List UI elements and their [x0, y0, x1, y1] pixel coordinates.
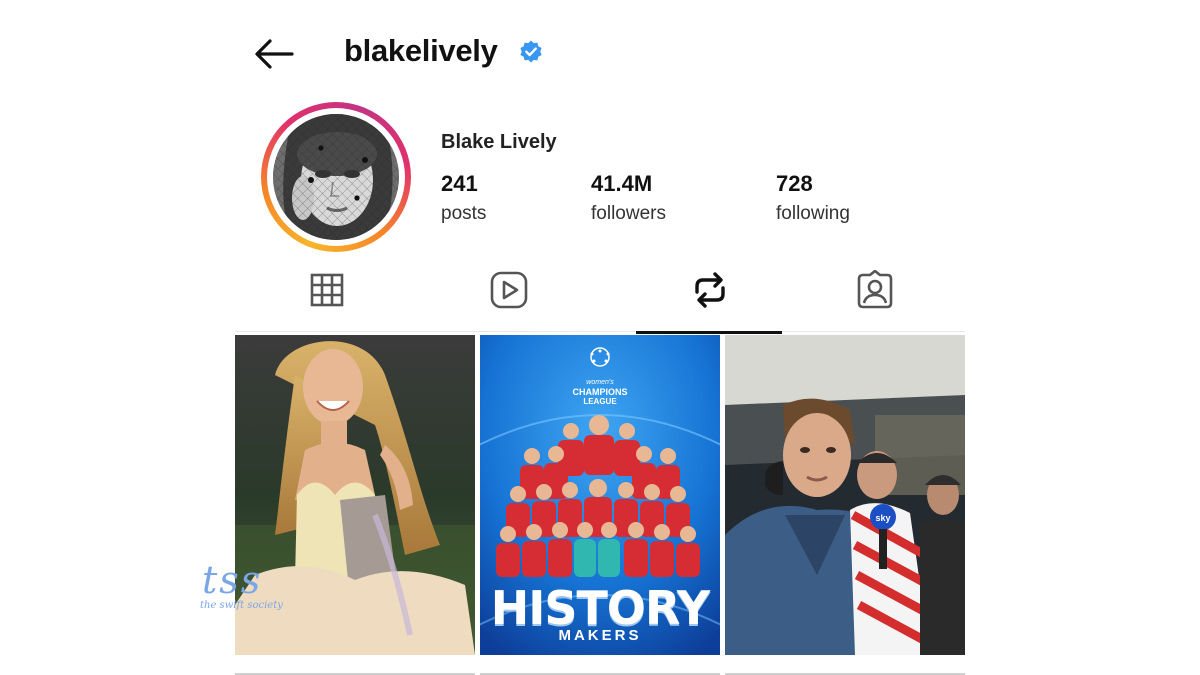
- watermark-logo: tss the swift society: [196, 558, 286, 618]
- profile-tabs: [235, 262, 965, 334]
- post-grid: women's CHAMPIONS LEAGUE HISTORY MAKERS: [235, 335, 965, 675]
- tab-posts[interactable]: [235, 262, 417, 332]
- tab-reposts[interactable]: [618, 262, 800, 334]
- watermark-sub: the swift society: [200, 600, 283, 611]
- reels-icon: [490, 271, 528, 309]
- posts-count-value: 241: [441, 171, 478, 196]
- ucl-brand-mid: CHAMPIONS: [572, 387, 628, 397]
- profile-display-name: Blake Lively: [441, 131, 557, 153]
- tab-reels[interactable]: [417, 262, 599, 332]
- profile-header: blakelively: [250, 26, 950, 80]
- profile-username: blakelively: [344, 33, 498, 68]
- grid-icon: [310, 273, 344, 307]
- post-subheadline: MAKERS: [558, 627, 642, 644]
- reposts-icon: [695, 272, 725, 308]
- tagged-icon: [857, 270, 893, 309]
- story-ring[interactable]: [261, 102, 411, 252]
- verified-badge-icon: [520, 40, 542, 63]
- avatar: [273, 114, 399, 240]
- post-thumbnail-2[interactable]: women's CHAMPIONS LEAGUE HISTORY MAKERS: [480, 335, 720, 655]
- arrow-left-icon: [255, 39, 294, 69]
- post-thumbnail-3[interactable]: sky: [725, 335, 965, 655]
- ucl-brand-bottom: LEAGUE: [583, 397, 617, 406]
- following-count-label: following: [776, 203, 850, 224]
- watermark-main: tss: [202, 558, 263, 602]
- followers-count[interactable]: 41.4M followers: [591, 171, 666, 225]
- mic-flag-text: sky: [875, 513, 890, 523]
- ucl-brand-top: women's: [586, 379, 614, 386]
- tab-tagged[interactable]: [783, 262, 965, 332]
- followers-count-value: 41.4M: [591, 171, 653, 196]
- following-count[interactable]: 728 following: [776, 171, 850, 225]
- following-count-value: 728: [776, 171, 813, 196]
- posts-count-label: posts: [441, 203, 487, 224]
- posts-count[interactable]: 241 posts: [441, 171, 486, 225]
- followers-count-label: followers: [591, 203, 666, 224]
- back-button[interactable]: [252, 34, 296, 74]
